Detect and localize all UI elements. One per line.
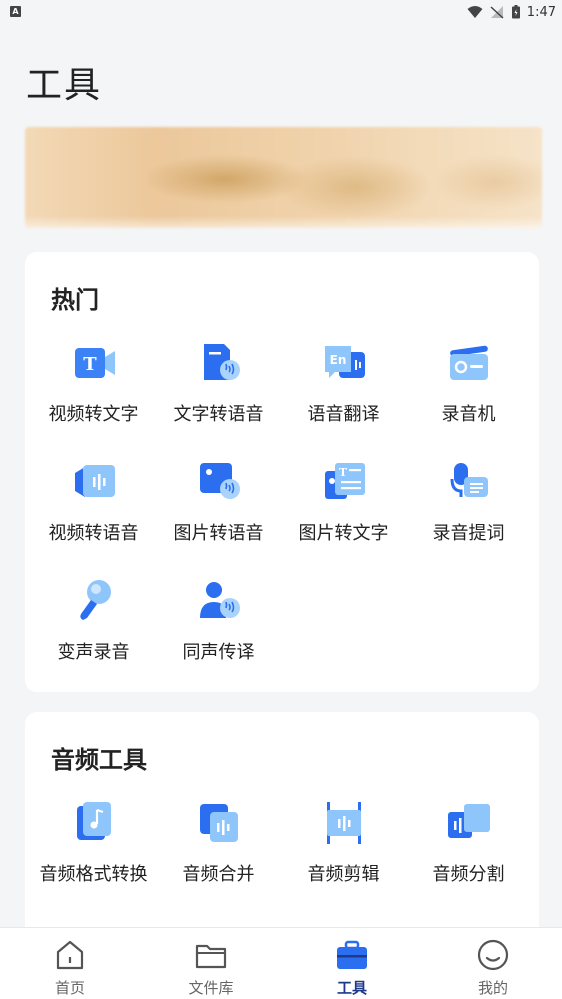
tool-label: 录音提词 — [432, 523, 505, 544]
tool-text-to-speech[interactable]: 文字转语音 — [156, 340, 281, 440]
profile-icon — [477, 939, 509, 971]
tool-label: 录音机 — [441, 404, 496, 425]
signal-off-icon — [490, 6, 504, 19]
tab-label: 工具 — [336, 979, 367, 997]
tab-home[interactable]: 首页 — [0, 928, 140, 999]
tool-audio-cut[interactable]: 音频剪辑 — [281, 800, 406, 900]
folder-icon — [195, 944, 227, 969]
simultaneous-interpretation-icon — [200, 582, 240, 618]
tab-label: 文件库 — [188, 979, 234, 997]
tool-voice-changer[interactable]: 变声录音 — [31, 578, 156, 678]
audio-format-convert-icon — [77, 802, 111, 840]
video-to-text-icon: T — [75, 348, 115, 378]
audio-tools-card: 音频工具 音频格式转换 音频合并 音频剪辑 音频分割 — [25, 712, 539, 927]
voice-changer-icon — [80, 580, 111, 620]
tool-video-to-text[interactable]: T 视频转文字 — [31, 340, 156, 440]
toolbox-icon — [337, 940, 367, 969]
tool-image-to-speech[interactable]: 图片转语音 — [156, 459, 281, 559]
svg-text:T: T — [83, 354, 97, 375]
promo-banner[interactable] — [25, 127, 542, 228]
image-to-speech-icon — [200, 463, 240, 499]
tool-label: 文字转语音 — [173, 404, 264, 425]
tool-teleprompter[interactable]: 录音提词 — [406, 459, 531, 559]
tool-video-to-audio[interactable]: 视频转语音 — [31, 459, 156, 559]
tool-voice-translate[interactable]: En 语音翻译 — [281, 340, 406, 440]
clock: 1:47 — [526, 4, 556, 20]
home-icon — [56, 940, 84, 970]
section-title: 音频工具 — [51, 746, 147, 774]
recorder-icon — [450, 345, 488, 380]
svg-text:En: En — [330, 353, 347, 367]
tool-label: 音频合并 — [182, 864, 255, 885]
audio-merge-icon — [200, 804, 238, 842]
page-title: 工具 — [26, 65, 103, 106]
tool-label: 视频转文字 — [48, 404, 139, 425]
tool-image-to-text[interactable]: T 图片转文字 — [281, 459, 406, 559]
tab-label: 首页 — [54, 979, 85, 997]
tool-label: 变声录音 — [57, 642, 130, 663]
notification-badge-icon: A — [10, 6, 21, 17]
tab-profile[interactable]: 我的 — [423, 928, 562, 999]
status-icons: 1:47 — [467, 3, 556, 21]
tool-label: 音频分割 — [432, 864, 505, 885]
tab-files[interactable]: 文件库 — [141, 928, 281, 999]
tool-label: 视频转语音 — [48, 523, 139, 544]
wifi-icon — [467, 6, 483, 18]
tool-label: 图片转语音 — [173, 523, 264, 544]
audio-split-icon — [448, 804, 490, 838]
battery-icon — [511, 5, 520, 19]
svg-text:T: T — [339, 466, 348, 479]
tool-label: 图片转文字 — [298, 523, 389, 544]
tool-label: 语音翻译 — [307, 404, 380, 425]
tool-simultaneous-interpretation[interactable]: 同声传译 — [156, 578, 281, 678]
tool-recorder[interactable]: 录音机 — [406, 340, 531, 440]
tool-audio-split[interactable]: 音频分割 — [406, 800, 531, 900]
section-title: 热门 — [51, 286, 99, 314]
tool-label: 同声传译 — [182, 642, 255, 663]
tool-label: 音频格式转换 — [39, 864, 148, 885]
tab-tools[interactable]: 工具 — [282, 928, 422, 999]
tool-audio-format-convert[interactable]: 音频格式转换 — [31, 800, 156, 900]
tool-label: 音频剪辑 — [307, 864, 380, 885]
bottom-tab-bar: 首页 文件库 工具 我的 — [0, 927, 562, 999]
hot-tools-card: 热门 T 视频转文字 文字转语音 En 语音翻译 录音机 视频转语音 图片转语音… — [25, 252, 539, 692]
image-to-text-icon: T — [325, 463, 365, 499]
status-bar: A 1:47 — [0, 0, 562, 24]
audio-cut-icon — [327, 802, 361, 844]
tab-label: 我的 — [477, 979, 508, 997]
teleprompter-icon — [450, 463, 488, 497]
video-to-audio-icon — [75, 465, 115, 497]
text-to-speech-icon — [204, 344, 240, 380]
tool-audio-merge[interactable]: 音频合并 — [156, 800, 281, 900]
voice-translate-icon: En — [325, 346, 365, 378]
